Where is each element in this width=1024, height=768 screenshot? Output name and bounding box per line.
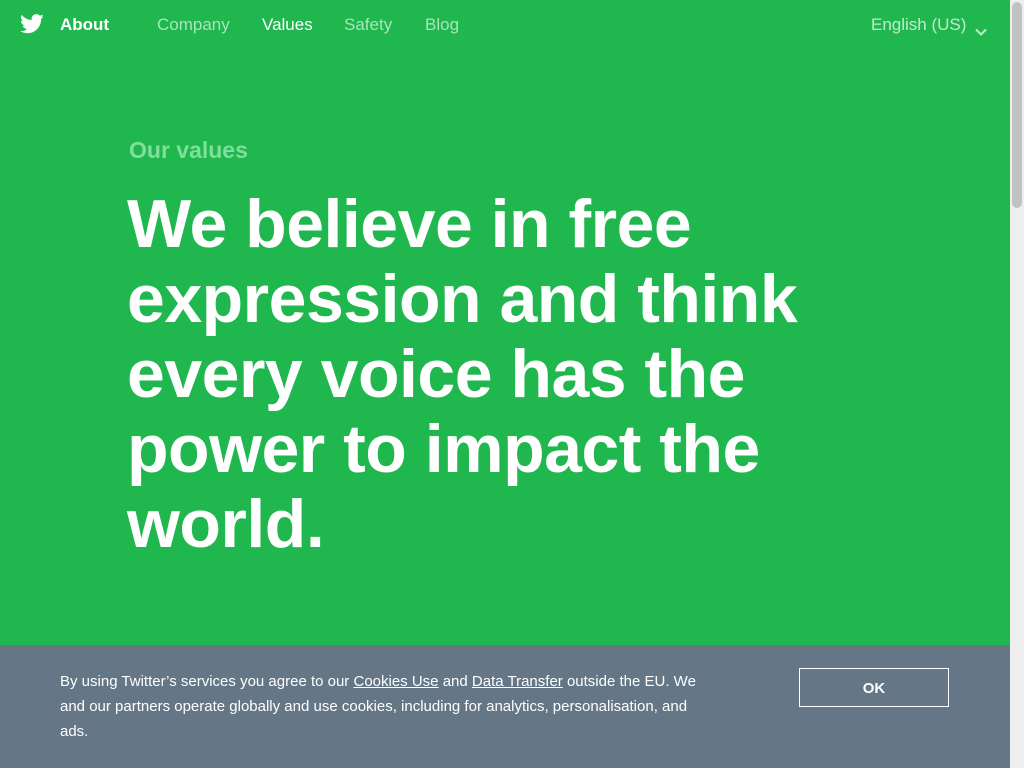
cookie-text-before: By using Twitter’s services you agree to… [60, 673, 354, 690]
twitter-bird-icon[interactable] [20, 14, 44, 36]
hero-headline: We believe in free expression and think … [127, 186, 798, 562]
nav-link-values[interactable]: Values [262, 15, 313, 35]
values-page: About Company Values Safety Blog English… [0, 0, 1010, 768]
cookies-use-link[interactable]: Cookies Use [353, 673, 438, 690]
cookie-banner: By using Twitter’s services you agree to… [0, 645, 1010, 768]
nav-link-safety[interactable]: Safety [344, 15, 392, 35]
scrollbar[interactable] [1010, 0, 1024, 768]
chevron-down-icon [975, 21, 988, 36]
nav-link-blog[interactable]: Blog [425, 15, 459, 35]
nav-link-company[interactable]: Company [157, 15, 230, 35]
language-label: English (US) [871, 15, 967, 34]
cookie-text: By using Twitter’s services you agree to… [60, 669, 700, 744]
section-eyebrow: Our values [129, 137, 248, 163]
language-selector[interactable]: English (US) [871, 15, 988, 36]
top-nav: About Company Values Safety Blog English… [0, 0, 1010, 52]
data-transfer-link[interactable]: Data Transfer [472, 673, 563, 690]
cookie-text-and: and [438, 673, 472, 690]
cookie-ok-button[interactable]: OK [799, 668, 949, 707]
brand-about-link[interactable]: About [60, 15, 109, 35]
scrollbar-thumb[interactable] [1012, 2, 1022, 208]
